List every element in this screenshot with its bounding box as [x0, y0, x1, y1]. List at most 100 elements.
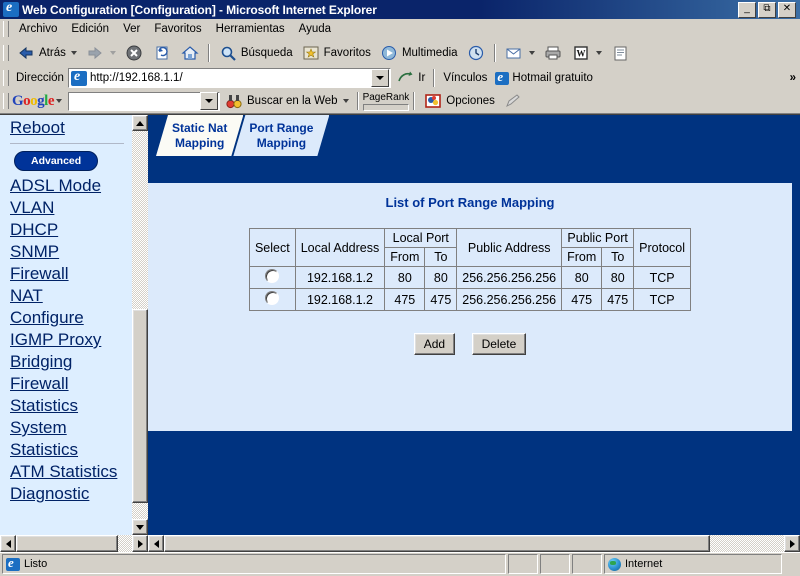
security-zone-pane[interactable]: Internet — [604, 554, 782, 574]
history-button[interactable] — [462, 40, 490, 66]
resize-grip[interactable] — [784, 554, 798, 574]
sidebar-item-snmp[interactable]: SNMP — [10, 241, 132, 263]
google-search-chevron-down-icon[interactable] — [200, 92, 219, 110]
google-grip[interactable] — [3, 93, 9, 109]
multimedia-icon — [379, 43, 399, 63]
title-bar: Web Configuration [Configuration] - Micr… — [0, 0, 800, 19]
mail-button[interactable] — [500, 40, 539, 66]
toolbar-overflow-chevron-icon[interactable]: » — [786, 72, 800, 84]
navigation-vertical-scrollbar[interactable] — [132, 115, 148, 535]
row-radio-button[interactable] — [265, 269, 280, 283]
edit-word-button[interactable]: W — [567, 40, 606, 66]
tab-static-nat-mapping[interactable]: Static Nat Mapping — [156, 115, 243, 156]
history-clock-icon — [466, 43, 486, 63]
menu-ayuda[interactable]: Ayuda — [292, 21, 338, 37]
navigation-horizontal-scrollbar[interactable] — [0, 535, 148, 552]
google-options-button[interactable]: Opciones — [419, 88, 499, 114]
tab-port-range-mapping[interactable]: Port Range Mapping — [233, 115, 329, 156]
stop-button[interactable] — [120, 40, 148, 66]
content-horizontal-scrollbar[interactable] — [148, 535, 800, 552]
status-message-pane: Listo — [2, 554, 506, 574]
google-chevron-down-icon[interactable] — [56, 99, 63, 103]
search-button[interactable]: Búsqueda — [214, 40, 297, 66]
row-radio-button[interactable] — [265, 291, 280, 305]
forward-chevron-down-icon[interactable] — [109, 51, 116, 55]
google-search-input[interactable] — [68, 91, 221, 111]
menu-archivo[interactable]: Archivo — [12, 21, 64, 37]
nav-hscroll-right-button[interactable] — [132, 535, 148, 552]
mail-chevron-down-icon[interactable] — [528, 51, 535, 55]
nav-scroll-thumb[interactable] — [132, 309, 148, 504]
svg-text:W: W — [576, 49, 585, 59]
sidebar-item-configure[interactable]: Configure — [10, 307, 132, 329]
menu-herramientas[interactable]: Herramientas — [209, 21, 292, 37]
sidebar-item-vlan[interactable]: VLAN — [10, 197, 132, 219]
sidebar-item-reboot[interactable]: Reboot — [10, 117, 132, 139]
address-input[interactable]: http://192.168.1.1/ — [67, 68, 392, 88]
nav-hscroll-track[interactable] — [16, 535, 132, 552]
minimize-button[interactable]: _ — [738, 1, 756, 18]
content-hscroll-left-button[interactable] — [148, 535, 164, 552]
column-header-select: Select — [248, 228, 296, 267]
sidebar-item-bridging[interactable]: Bridging — [10, 351, 132, 373]
page-title: List of Port Range Mapping — [385, 195, 555, 210]
back-button[interactable]: Atrás — [12, 40, 81, 66]
row-local-port-from: 80 — [384, 266, 426, 289]
toolbar-grip[interactable] — [3, 45, 9, 61]
close-button[interactable]: ✕ — [778, 1, 796, 18]
sidebar-item-igmp-proxy[interactable]: IGMP Proxy — [10, 329, 132, 351]
port-range-mapping-table: Select Local Address Local Port Public A… — [248, 228, 692, 311]
address-grip[interactable] — [3, 70, 9, 86]
column-header-public-port-to: To — [601, 247, 635, 267]
sidebar-item-atm-statistics[interactable]: ATM Statistics — [10, 461, 132, 483]
menu-grip[interactable] — [3, 21, 9, 37]
content-hscroll-track[interactable] — [164, 535, 784, 552]
search-web-chevron-down-icon[interactable] — [342, 99, 349, 103]
column-header-local-port-to: To — [424, 247, 458, 267]
nav-scroll-up-button[interactable] — [132, 115, 148, 131]
multimedia-button[interactable]: Multimedia — [375, 40, 462, 66]
word-chevron-down-icon[interactable] — [595, 51, 602, 55]
sidebar-item-diagnostic[interactable]: Diagnostic — [10, 483, 132, 505]
add-button[interactable]: Add — [413, 333, 456, 355]
menu-ver[interactable]: Ver — [116, 21, 147, 37]
sidebar-item-firewall[interactable]: Firewall — [10, 263, 132, 285]
printer-icon — [543, 43, 563, 63]
delete-button[interactable]: Delete — [471, 333, 527, 355]
sidebar-item-dhcp[interactable]: DHCP — [10, 219, 132, 241]
nav-scroll-down-button[interactable] — [132, 519, 148, 535]
sidebar-item-nat[interactable]: NAT — [10, 285, 132, 307]
address-chevron-down-icon[interactable] — [371, 69, 390, 87]
menu-edicion[interactable]: Edición — [64, 21, 116, 37]
refresh-button[interactable] — [148, 40, 176, 66]
home-button[interactable] — [176, 40, 204, 66]
restore-button[interactable]: ⧉ — [758, 1, 776, 18]
menu-favoritos[interactable]: Favoritos — [147, 21, 208, 37]
address-bar: Dirección http://192.168.1.1/ Ir Vínculo… — [0, 67, 800, 89]
sidebar-item-firewall-statistics[interactable]: Firewall Statistics — [10, 373, 132, 417]
content-hscroll-right-button[interactable] — [784, 535, 800, 552]
content-hscroll-thumb[interactable] — [164, 535, 710, 552]
google-search-web-button[interactable]: Buscar en la Web — [220, 88, 353, 114]
back-chevron-down-icon[interactable] — [70, 51, 77, 55]
column-header-local-address: Local Address — [294, 228, 386, 267]
nav-scroll-track[interactable] — [132, 131, 148, 519]
table-head: Select Local Address Local Port Public A… — [248, 228, 692, 267]
home-icon — [180, 43, 200, 63]
forward-arrow-icon — [85, 43, 105, 63]
nav-hscroll-thumb[interactable] — [16, 535, 119, 552]
forward-button[interactable] — [81, 40, 120, 66]
google-autofill-button[interactable] — [499, 88, 527, 114]
word-icon: W — [571, 43, 591, 63]
go-arrow-icon — [395, 68, 415, 88]
print-button[interactable] — [539, 40, 567, 66]
sidebar-badge-advanced[interactable]: Advanced — [14, 151, 99, 171]
address-separator — [433, 69, 436, 87]
mail-icon — [504, 43, 524, 63]
favorites-button[interactable]: Favoritos — [297, 40, 375, 66]
sidebar-item-system-statistics[interactable]: System Statistics — [10, 417, 132, 461]
stop-icon — [124, 43, 144, 63]
sidebar-item-adsl-mode[interactable]: ADSL Mode — [10, 175, 132, 197]
discuss-button[interactable] — [606, 40, 634, 66]
nav-hscroll-left-button[interactable] — [0, 535, 16, 552]
